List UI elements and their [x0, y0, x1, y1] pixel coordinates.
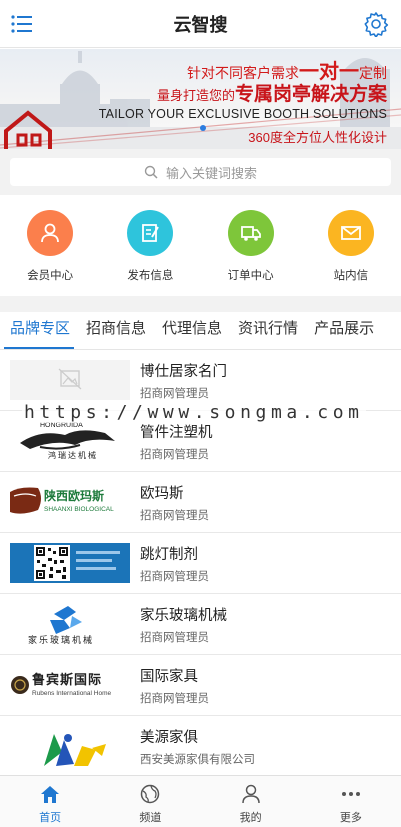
list-item[interactable]: 博仕居家名门 招商网管理员 — [0, 350, 401, 411]
brand-publisher: 招商网管理员 — [140, 386, 209, 400]
image-placeholder-icon — [10, 360, 130, 400]
search-placeholder: 输入关键词搜索 — [165, 166, 257, 182]
banner-line-2-pre: 量身打造您的 — [156, 88, 235, 103]
jiale-logo-cn: 家乐玻璃机械 — [28, 636, 95, 644]
shaanxi-biological-logo: 陕西欧玛斯 SHAANXI BIOLOGICAL — [10, 482, 130, 522]
truck-icon — [227, 210, 274, 256]
nav-home[interactable]: 首页 — [0, 776, 100, 827]
banner-line-2: 量身打造您的专属岗亭解决方案 — [157, 79, 387, 106]
qr-code-image — [10, 543, 130, 583]
rubens-logo-cn: 鲁宾斯国际 — [32, 673, 103, 688]
jiale-glass-logo: 家乐玻璃机械 — [10, 604, 130, 644]
list-item[interactable]: HONGRUIDA 鸿瑞达机械 管件注塑机 招商网管理员 — [0, 411, 401, 472]
app-header: 云智搜 — [0, 0, 401, 48]
nav-label: 频道 — [139, 811, 162, 824]
banner-line-3: TAILOR YOUR EXCLUSIVE BOOTH SOLUTIONS — [98, 107, 387, 121]
list-item[interactable]: 美源家俱 西安美源家俱有限公司 — [0, 716, 401, 777]
tab-products[interactable]: 产品展示 — [306, 312, 382, 349]
quick-entry-label: 站内信 — [333, 268, 369, 282]
quick-entry-label: 会员中心 — [27, 268, 74, 282]
menu-icon[interactable] — [10, 12, 34, 36]
quick-entry-messages[interactable]: 站内信 — [301, 196, 401, 296]
more-icon — [341, 792, 360, 796]
rubens-logo: 鲁宾斯国际 Rubens International Home — [10, 665, 130, 705]
quick-entry-label: 订单中心 — [227, 268, 274, 282]
mail-icon — [327, 210, 374, 256]
quick-entries: 会员中心 发布信息 订单中心 站内信 — [0, 196, 401, 296]
nav-mine[interactable]: 我的 — [201, 776, 301, 827]
edit-icon — [127, 210, 174, 256]
banner-line-2-highlight: 专属岗亭解决方案 — [234, 84, 387, 105]
list-item[interactable]: 跳灯制剂 招商网管理员 — [0, 533, 401, 594]
brand-name: 管件注塑机 — [140, 425, 213, 441]
hongruida-logo: HONGRUIDA 鸿瑞达机械 — [10, 421, 130, 461]
shaanxi-logo-cn: 陕西欧玛斯 — [44, 489, 105, 503]
hongruida-logo-text: HONGRUIDA — [40, 422, 83, 429]
nav-label: 我的 — [239, 811, 262, 824]
section-divider — [0, 296, 401, 312]
home-icon — [41, 786, 60, 803]
bottom-nav: 首页 频道 我的 更多 — [0, 775, 401, 827]
tab-investment[interactable]: 招商信息 — [78, 312, 154, 349]
brand-publisher: 招商网管理员 — [140, 447, 209, 461]
banner-line-4: 360度全方位人性化设计 — [248, 130, 387, 145]
tab-agency[interactable]: 代理信息 — [154, 312, 230, 349]
tab-news[interactable]: 资讯行情 — [230, 312, 306, 349]
nav-label: 首页 — [39, 811, 62, 824]
rubens-logo-text: Rubens International Home — [32, 690, 112, 697]
nav-label: 更多 — [339, 811, 362, 824]
list-item[interactable]: 陕西欧玛斯 SHAANXI BIOLOGICAL 欧玛斯 招商网管理员 — [0, 472, 401, 533]
tab-brand-zone[interactable]: 品牌专区 — [0, 312, 78, 349]
hongruida-logo-cn: 鸿瑞达机械 — [48, 451, 98, 460]
brand-name: 国际家具 — [140, 669, 198, 685]
carousel-indicator[interactable] — [200, 125, 206, 131]
category-tabs: 品牌专区 招商信息 代理信息 资讯行情 产品展示 — [0, 312, 401, 350]
quick-entry-label: 发布信息 — [127, 268, 174, 282]
brand-name: 美源家俱 — [140, 730, 198, 746]
globe-icon — [141, 784, 160, 804]
brand-name: 博仕居家名门 — [140, 364, 227, 380]
quick-entry-member-center[interactable]: 会员中心 — [0, 196, 100, 296]
brand-name: 跳灯制剂 — [140, 547, 198, 563]
nav-more[interactable]: 更多 — [301, 776, 401, 827]
quick-entry-publish[interactable]: 发布信息 — [100, 196, 200, 296]
user-icon — [27, 210, 74, 256]
meiyuan-logo — [10, 726, 130, 766]
list-item[interactable]: 家乐玻璃机械 家乐玻璃机械 招商网管理员 — [0, 594, 401, 655]
brand-name: 欧玛斯 — [140, 486, 184, 502]
brand-name: 家乐玻璃机械 — [140, 608, 227, 624]
brand-list: 博仕居家名门 招商网管理员 HONGRUIDA 鸿瑞达机械 管件注塑机 招商网管… — [0, 350, 401, 777]
page-title: 云智搜 — [173, 14, 228, 36]
nav-channels[interactable]: 频道 — [100, 776, 200, 827]
shaanxi-logo-text: SHAANXI BIOLOGICAL — [44, 506, 114, 513]
brand-publisher: 招商网管理员 — [140, 691, 209, 705]
brand-publisher: 西安美源家俱有限公司 — [140, 752, 255, 766]
gear-icon[interactable] — [363, 11, 389, 38]
brand-publisher: 招商网管理员 — [140, 508, 209, 522]
list-item[interactable]: 鲁宾斯国际 Rubens International Home 国际家具 招商网… — [0, 655, 401, 716]
quick-entry-orders[interactable]: 订单中心 — [201, 196, 301, 296]
search-input[interactable]: 输入关键词搜索 — [10, 158, 391, 186]
promo-banner[interactable]: 针对不同客户需求一对一定制 量身打造您的专属岗亭解决方案 TAILOR YOUR… — [0, 49, 401, 149]
search-bar: 输入关键词搜索 — [0, 149, 401, 195]
brand-publisher: 招商网管理员 — [140, 569, 209, 583]
search-icon — [144, 165, 158, 179]
brand-publisher: 招商网管理员 — [140, 630, 209, 644]
person-icon — [241, 784, 260, 804]
